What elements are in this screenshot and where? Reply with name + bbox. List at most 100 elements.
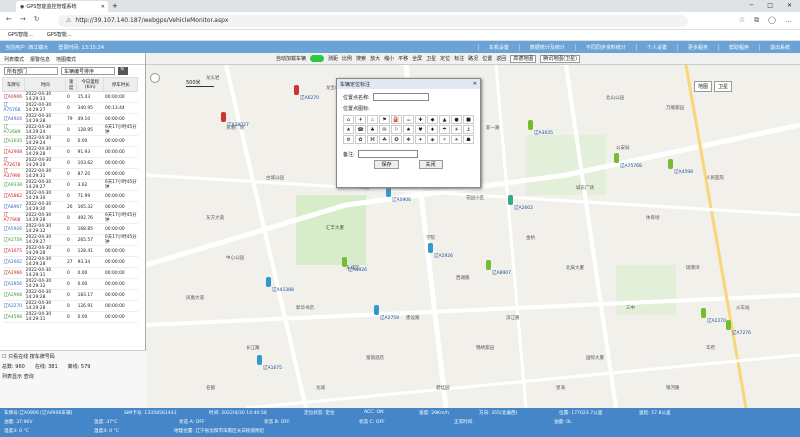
vehicle-marker-icon[interactable] bbox=[386, 187, 391, 197]
vehicle-label[interactable]: 辽A41388 bbox=[272, 287, 294, 293]
location-icon-option[interactable]: ⚓ bbox=[463, 125, 474, 134]
location-icon-option[interactable]: ✪ bbox=[391, 135, 402, 144]
location-icon-option[interactable]: ✿ bbox=[355, 135, 366, 144]
table-row[interactable]: 辽A2856 2022-04-30 14:29:32 0 0.00 00:00:00 bbox=[2, 278, 138, 290]
map-poi[interactable]: 西湖路 bbox=[456, 275, 470, 281]
table-row[interactable]: 辽A2966 2022-04-30 14:29:31 0 0.00 00:00:00 bbox=[2, 267, 138, 279]
table-row[interactable]: 辽A37990 2022-04-30 14:29:31 0 87.20 00:00:00 bbox=[2, 168, 138, 180]
table-row[interactable]: 辽A2602 2022-04-30 14:29:28 27 93.34 00:00:00 bbox=[2, 256, 138, 268]
vehicle-marker-icon[interactable] bbox=[701, 308, 706, 318]
map-poi[interactable]: 三中 bbox=[626, 305, 635, 311]
vehicle-marker-icon[interactable] bbox=[614, 153, 619, 163]
table-row[interactable]: 辽A75768 2022-04-30 14:29:27 0 340.95 00:13:4… bbox=[2, 102, 138, 114]
plate-option[interactable]: 按车牌号码 bbox=[30, 354, 55, 360]
map-poi[interactable]: 城东广场 bbox=[576, 185, 594, 191]
vehicle-label[interactable]: 辽A4926 bbox=[348, 267, 367, 273]
menu-item[interactable]: 更多服务 bbox=[676, 43, 718, 51]
map-poi[interactable]: 瑞港湾 bbox=[686, 265, 700, 271]
vehicle-marker-icon[interactable] bbox=[486, 260, 491, 270]
tool-item[interactable]: 搜索 bbox=[356, 55, 366, 62]
map-provider-select[interactable]: 高德地图 bbox=[510, 54, 537, 63]
vehicle-marker-icon[interactable] bbox=[294, 85, 299, 95]
map-poi[interactable]: 公安局 bbox=[616, 145, 630, 151]
menu-item[interactable]: 帮助程序 bbox=[717, 43, 759, 51]
map-poi[interactable]: 华府 bbox=[706, 345, 715, 351]
table-row[interactable]: 辽A9338 2022-04-30 14:29:27 0 3.62 6天17小时45分钟 bbox=[2, 179, 138, 191]
map-button[interactable]: 地图 bbox=[694, 81, 713, 92]
table-row[interactable]: 辽A8907 2022-04-30 14:29:30 26 165.32 00:00:0… bbox=[2, 201, 138, 213]
department-select[interactable]: 所有部门 bbox=[4, 67, 58, 75]
close-tab-icon[interactable]: ✕ bbox=[101, 4, 105, 10]
vehicle-label[interactable]: 辽A1675 bbox=[263, 365, 282, 371]
table-row[interactable]: 辽A1675 2022-04-30 14:29:28 0 128.41 00:00:00 bbox=[2, 245, 138, 257]
tool-item[interactable]: 平移 bbox=[398, 55, 408, 62]
vehicle-label[interactable]: 辽A0906 bbox=[392, 197, 411, 203]
location-icon-option[interactable]: ◈ bbox=[427, 135, 438, 144]
close-window-icon[interactable]: ✕ bbox=[787, 2, 792, 9]
table-row[interactable]: 辽A77908 2022-04-30 14:29:28 0 492.76 6天17小时4… bbox=[2, 212, 138, 224]
close-button[interactable]: 关闭 bbox=[418, 160, 443, 169]
map-poi[interactable]: 龙城 bbox=[316, 385, 325, 391]
location-icon-option[interactable]: ♨ bbox=[367, 115, 378, 124]
location-icon-option[interactable]: ☂ bbox=[439, 125, 450, 134]
map-poi[interactable]: 火车站 bbox=[736, 305, 750, 311]
menu-item[interactable]: 车机设置 bbox=[477, 43, 519, 51]
vehicle-label[interactable]: 辽A2759 bbox=[380, 315, 399, 321]
map-poi[interactable]: 凤凰大道 bbox=[186, 295, 204, 301]
vehicle-label[interactable]: 辽A3035 bbox=[534, 130, 553, 136]
location-icon-option[interactable]: ♣ bbox=[367, 125, 378, 134]
location-icon-option[interactable]: ⚑ bbox=[379, 115, 390, 124]
map-poi[interactable]: 富丽酒店 bbox=[366, 355, 384, 361]
reload-icon[interactable]: ↻ bbox=[34, 15, 40, 23]
location-icon-option[interactable]: ☎ bbox=[355, 125, 366, 134]
zoom-control[interactable] bbox=[150, 73, 160, 83]
save-button[interactable]: 保存 bbox=[374, 160, 399, 169]
location-icon-option[interactable]: ⌂ bbox=[343, 115, 354, 124]
profile-icon[interactable]: ◯ bbox=[768, 16, 776, 25]
location-icon-option[interactable]: ✭ bbox=[451, 135, 462, 144]
menu-item[interactable]: 退出系统 bbox=[758, 43, 800, 51]
tab-alarm[interactable]: 报警信息 bbox=[30, 56, 50, 63]
new-tab-icon[interactable]: + bbox=[112, 2, 118, 10]
map-poi[interactable]: 滨江路 bbox=[506, 315, 520, 321]
tab-map[interactable]: 地图模式 bbox=[56, 56, 76, 63]
location-icon-option[interactable]: ♠ bbox=[403, 125, 414, 134]
vehicle-label[interactable]: 辽A2602 bbox=[514, 205, 533, 211]
name-input[interactable] bbox=[372, 93, 429, 101]
location-icon-option[interactable]: ✧ bbox=[439, 135, 450, 144]
table-row[interactable]: 辽A3035 2022-04-30 14:29:24 0 0.00 00:00:00 bbox=[2, 135, 138, 147]
online-only-checkbox[interactable]: ☐ bbox=[2, 354, 6, 360]
location-icon-option[interactable]: ⚙ bbox=[343, 135, 354, 144]
menu-item[interactable]: 个人设置 bbox=[635, 43, 677, 51]
vehicle-marker-icon[interactable] bbox=[266, 277, 271, 287]
vehicle-marker-icon[interactable] bbox=[374, 305, 379, 315]
list-search-label[interactable]: 列表显示 查询 bbox=[2, 374, 34, 380]
map-type-select[interactable]: 腾讯地图(卫星) bbox=[540, 54, 581, 63]
tool-item[interactable]: 卫星 bbox=[426, 55, 436, 62]
map-poi[interactable]: 名都 bbox=[206, 385, 215, 391]
vehicle-label[interactable]: 辽A29027 bbox=[227, 122, 249, 128]
table-row[interactable]: 辽A5862 2022-04-30 14:29:30 0 71.99 00:00:00 bbox=[2, 190, 138, 202]
location-icon-option[interactable]: ◆ bbox=[427, 115, 438, 124]
vehicle-marker-icon[interactable] bbox=[668, 159, 673, 169]
location-icon-option[interactable]: ♦ bbox=[427, 125, 438, 134]
table-row[interactable]: 辽A5926 2022-04-30 14:29:32 0 168.85 00:00:00 bbox=[2, 223, 138, 235]
table-row[interactable]: 辽A2908 2022-04-30 14:29:28 0 91.93 00:00:00 bbox=[2, 146, 138, 158]
table-row[interactable]: 辽A72678 2022-04-30 14:29:20 0 103.62 00:00:0… bbox=[2, 157, 138, 169]
table-row[interactable]: 辽A2270 2022-04-30 14:29:28 0 126.91 00:00:00 bbox=[2, 300, 138, 312]
note-input[interactable] bbox=[357, 150, 418, 158]
location-icon-option[interactable]: ✉ bbox=[379, 125, 390, 134]
table-row[interactable]: 辽A2908 2022-04-30 14:29:28 0 183.17 00:00:00 bbox=[2, 289, 138, 301]
search-icon[interactable]: 🔍 bbox=[118, 67, 129, 75]
map-poi[interactable]: 东方大道 bbox=[206, 215, 224, 221]
map-poi[interactable]: 人民医院 bbox=[706, 175, 724, 181]
location-icon-option[interactable]: ★ bbox=[343, 125, 354, 134]
tool-item[interactable]: 放大 bbox=[370, 55, 380, 62]
vehicle-marker-icon[interactable] bbox=[257, 355, 262, 365]
map-poi[interactable]: 学院 bbox=[426, 235, 435, 241]
back-icon[interactable]: ← bbox=[6, 15, 12, 23]
tab-list[interactable]: 列表模式 bbox=[4, 56, 24, 63]
map-poi[interactable]: 花园小区 bbox=[466, 195, 484, 201]
location-icon-option[interactable]: ⛽ bbox=[391, 115, 402, 124]
url-input[interactable]: ⚠ http://39.107.140.187/webgps/VehicleMo… bbox=[58, 15, 688, 27]
